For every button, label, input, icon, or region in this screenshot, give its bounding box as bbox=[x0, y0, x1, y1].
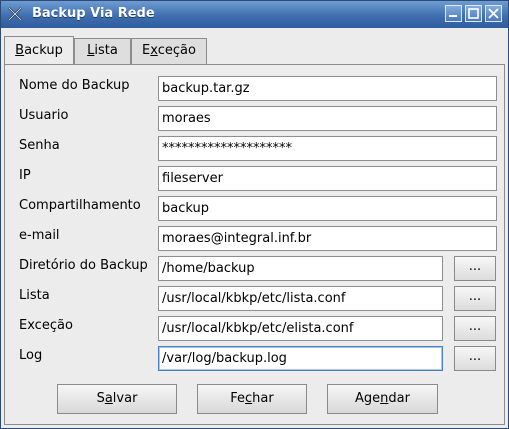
compartilhamento-input[interactable]: backup bbox=[158, 196, 497, 221]
lista-label: Lista bbox=[19, 288, 50, 303]
tab-excecao[interactable]: Exceção bbox=[131, 38, 207, 64]
window-title: Backup Via Rede bbox=[32, 6, 155, 21]
app-icon bbox=[8, 7, 22, 21]
lista-input[interactable]: /usr/local/kbkp/etc/lista.conf bbox=[158, 286, 443, 311]
salvar-mnemonic: a bbox=[104, 391, 113, 406]
email-input[interactable]: moraes@integral.inf.br bbox=[158, 226, 497, 251]
tab-backup[interactable]: Backup bbox=[4, 36, 74, 64]
tab-lista-label: ista bbox=[94, 43, 118, 58]
email-label: e-mail bbox=[19, 228, 60, 243]
tab-excecao-label-end: ceção bbox=[157, 43, 196, 58]
fechar-button[interactable]: Fechar bbox=[197, 384, 307, 414]
minimize-button[interactable] bbox=[445, 5, 462, 22]
ip-label: IP bbox=[19, 168, 31, 183]
tab-backup-mnemonic: B bbox=[15, 43, 25, 58]
senha-input[interactable]: ******************** bbox=[158, 136, 497, 161]
backup-tab-panel: Nome do Backup backup.tar.gz Usuario mor… bbox=[4, 64, 505, 425]
maximize-button[interactable] bbox=[465, 5, 482, 22]
minimize-icon bbox=[449, 15, 457, 17]
tab-excecao-mnemonic: x bbox=[150, 43, 158, 58]
close-button[interactable] bbox=[485, 5, 502, 22]
nome-label: Nome do Backup bbox=[19, 78, 130, 93]
tab-lista[interactable]: Lista bbox=[74, 38, 131, 64]
excecao-input[interactable]: /usr/local/kbkp/etc/elista.conf bbox=[158, 316, 443, 341]
usuario-label: Usuario bbox=[19, 108, 69, 123]
agendar-label-end: dar bbox=[388, 391, 410, 406]
diretorio-browse-button[interactable]: ... bbox=[454, 256, 496, 281]
maximize-icon bbox=[468, 8, 479, 19]
compartilhamento-label: Compartilhamento bbox=[19, 198, 141, 213]
senha-label: Senha bbox=[19, 138, 60, 153]
excecao-label: Exceção bbox=[19, 318, 73, 333]
diretorio-label: Diretório do Backup bbox=[19, 258, 148, 273]
salvar-label-end: lvar bbox=[112, 391, 138, 406]
nome-backup-input[interactable]: backup.tar.gz bbox=[158, 76, 497, 101]
fechar-label-end: har bbox=[252, 391, 274, 406]
lista-browse-button[interactable]: ... bbox=[454, 286, 496, 311]
tab-backup-label: ackup bbox=[24, 43, 63, 58]
log-label: Log bbox=[19, 348, 43, 363]
log-input[interactable]: /var/log/backup.log bbox=[158, 346, 443, 371]
fechar-label-start: Fe bbox=[230, 391, 246, 406]
excecao-browse-button[interactable]: ... bbox=[454, 316, 496, 341]
log-browse-button[interactable]: ... bbox=[454, 346, 496, 371]
backup-window: Backup Via Rede Backup Lista Exceção Nom… bbox=[0, 0, 509, 429]
salvar-label-start: S bbox=[96, 391, 105, 406]
usuario-input[interactable]: moraes bbox=[158, 106, 497, 131]
close-icon bbox=[488, 8, 499, 19]
agendar-label-start: Age bbox=[355, 391, 381, 406]
title-bar[interactable]: Backup Via Rede bbox=[1, 1, 508, 28]
agendar-button[interactable]: Agendar bbox=[327, 384, 438, 414]
diretorio-input[interactable]: /home/backup bbox=[158, 256, 443, 281]
salvar-button[interactable]: Salvar bbox=[57, 384, 177, 414]
ip-input[interactable]: fileserver bbox=[158, 166, 497, 191]
